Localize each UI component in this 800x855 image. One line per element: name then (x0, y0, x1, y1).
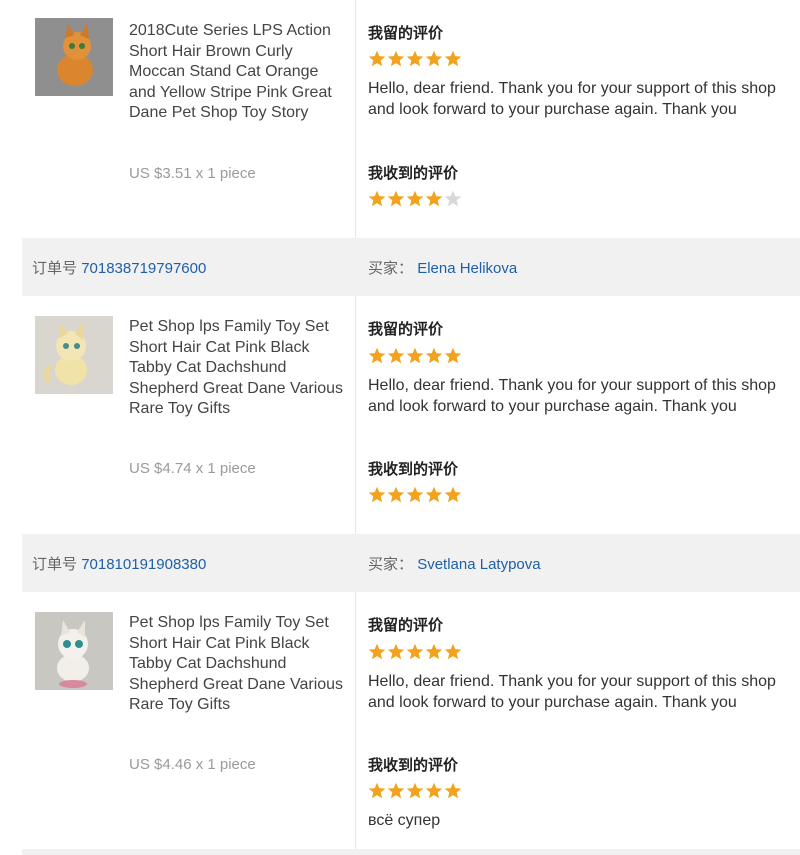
star-filled-icon (425, 643, 443, 660)
product-price: US $3.51 x 1 piece (129, 165, 256, 182)
star-filled-icon (406, 190, 424, 207)
product-title[interactable]: 2018Cute Series LPS Action Short Hair Br… (129, 21, 344, 124)
buyer-label: 买家： (368, 555, 414, 573)
product-price: US $4.46 x 1 piece (129, 756, 256, 773)
star-filled-icon (387, 190, 405, 207)
order-number-label: 订单号 (32, 555, 78, 573)
buyer-group: 买家： Elena Helikova (356, 257, 517, 278)
my-review-label: 我留的评价 (368, 25, 444, 42)
star-empty-icon (444, 190, 462, 207)
my-review-rating (368, 347, 462, 364)
star-filled-icon (406, 347, 424, 364)
star-filled-icon (387, 50, 405, 67)
my-review-rating (368, 643, 462, 660)
order-number-group: 订单号 701838719797600 (22, 257, 356, 278)
star-filled-icon (368, 50, 386, 67)
star-filled-icon (444, 486, 462, 503)
product-title[interactable]: Pet Shop lps Family Toy Set Short Hair C… (129, 613, 344, 716)
star-filled-icon (368, 190, 386, 207)
star-filled-icon (368, 347, 386, 364)
cat-figure-icon (35, 18, 113, 96)
star-filled-icon (444, 782, 462, 799)
order-block: 订单号 701810191908380 买家： Svetlana Latypov… (22, 534, 800, 849)
received-review-label: 我收到的评价 (368, 461, 459, 478)
star-filled-icon (406, 50, 424, 67)
order-header: 订单号 701810191908380 买家： Svetlana Latypov… (22, 534, 800, 592)
cat-figure-icon (35, 316, 113, 394)
product-thumbnail[interactable] (35, 18, 113, 96)
order-block: 2018Cute Series LPS Action Short Hair Br… (22, 0, 800, 238)
star-filled-icon (387, 347, 405, 364)
star-filled-icon (368, 486, 386, 503)
cat-figure-icon (35, 612, 113, 690)
product-thumbnail[interactable] (35, 316, 113, 394)
review-cell: 我留的评价 Hello, dear friend. Thank you for … (356, 592, 800, 849)
star-filled-icon (368, 782, 386, 799)
buyer-group: 买家： Svetlana Latypova (356, 553, 541, 574)
order-header: 订单号 701838719797600 买家： Elena Helikova (22, 238, 800, 296)
star-filled-icon (406, 486, 424, 503)
received-review-label: 我收到的评价 (368, 165, 459, 182)
star-filled-icon (444, 643, 462, 660)
buyer-name-link[interactable]: Elena Helikova (417, 260, 517, 277)
product-cell: 2018Cute Series LPS Action Short Hair Br… (22, 0, 356, 238)
star-filled-icon (406, 643, 424, 660)
product-cell: Pet Shop lps Family Toy Set Short Hair C… (22, 592, 356, 849)
review-cell: 我留的评价 Hello, dear friend. Thank you for … (356, 0, 800, 238)
my-review-text: Hello, dear friend. Thank you for your s… (368, 673, 776, 711)
order-item-row: Pet Shop lps Family Toy Set Short Hair C… (22, 592, 800, 849)
product-title[interactable]: Pet Shop lps Family Toy Set Short Hair C… (129, 317, 344, 420)
order-number-label: 订单号 (32, 259, 78, 277)
review-cell: 我留的评价 Hello, dear friend. Thank you for … (356, 296, 800, 534)
star-filled-icon (425, 50, 443, 67)
star-filled-icon (425, 782, 443, 799)
product-cell: Pet Shop lps Family Toy Set Short Hair C… (22, 296, 356, 534)
star-filled-icon (387, 782, 405, 799)
star-filled-icon (444, 50, 462, 67)
product-thumbnail[interactable] (35, 612, 113, 690)
order-number-group: 订单号 701810191908380 (22, 553, 356, 574)
my-review-rating (368, 50, 462, 67)
received-review-label: 我收到的评价 (368, 757, 459, 774)
received-review-rating (368, 782, 462, 799)
order-item-row: 2018Cute Series LPS Action Short Hair Br… (22, 0, 800, 238)
star-filled-icon (368, 643, 386, 660)
star-filled-icon (406, 782, 424, 799)
star-filled-icon (425, 347, 443, 364)
product-price: US $4.74 x 1 piece (129, 460, 256, 477)
buyer-label: 买家： (368, 259, 414, 277)
star-filled-icon (444, 347, 462, 364)
buyer-name-link[interactable]: Svetlana Latypova (417, 556, 540, 573)
star-filled-icon (425, 190, 443, 207)
next-order-header-edge (22, 849, 800, 855)
order-number-link[interactable]: 701810191908380 (81, 556, 206, 573)
my-review-text: Hello, dear friend. Thank you for your s… (368, 80, 776, 118)
star-filled-icon (425, 486, 443, 503)
order-block: 订单号 701838719797600 买家： Elena Helikova P… (22, 238, 800, 534)
received-review-rating (368, 486, 462, 503)
my-review-label: 我留的评价 (368, 617, 444, 634)
order-number-link[interactable]: 701838719797600 (81, 260, 206, 277)
star-filled-icon (387, 486, 405, 503)
my-review-text: Hello, dear friend. Thank you for your s… (368, 377, 776, 415)
order-item-row: Pet Shop lps Family Toy Set Short Hair C… (22, 296, 800, 534)
star-filled-icon (387, 643, 405, 660)
my-review-label: 我留的评价 (368, 321, 444, 338)
received-review-rating (368, 190, 462, 207)
received-review-text: всё супер (368, 812, 441, 829)
